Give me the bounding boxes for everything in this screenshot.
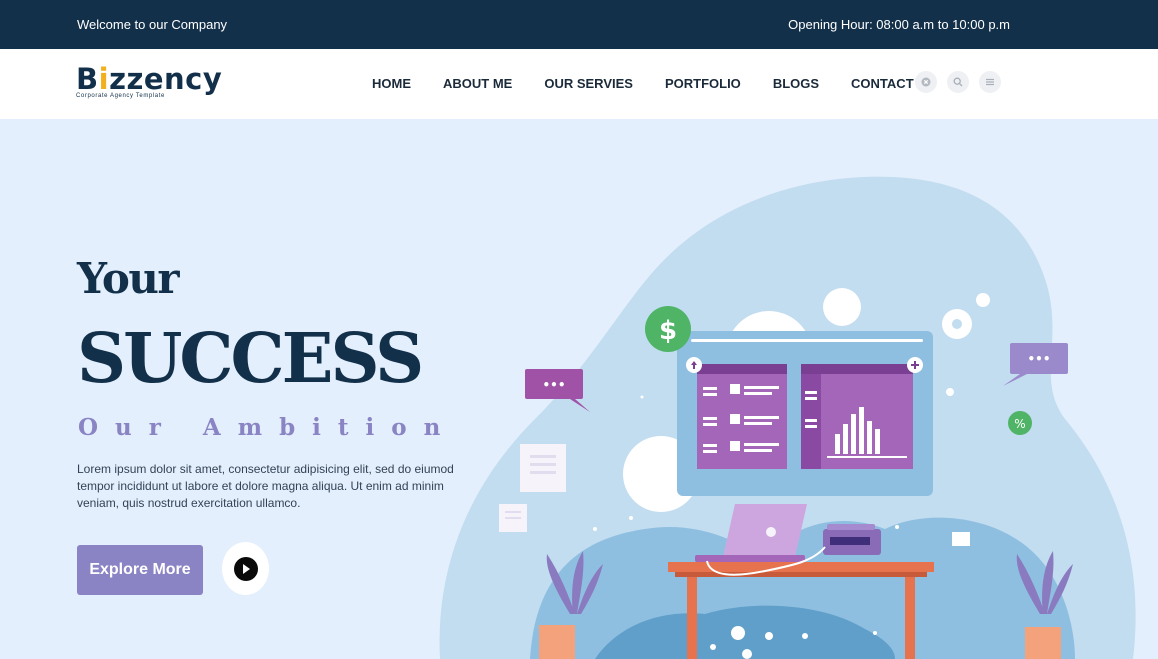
chat-dots-right: ••• (1027, 352, 1050, 366)
nav-icon-group (915, 71, 1001, 93)
nav-item-portfolio[interactable]: PORTFOLIO (665, 76, 741, 91)
nav-item-contact[interactable]: CONTACT (851, 76, 914, 91)
play-video-button[interactable] (222, 542, 269, 595)
search-icon[interactable] (947, 71, 969, 93)
opening-hours: Opening Hour: 08:00 a.m to 10:00 p.m (788, 17, 1010, 32)
nav-item-services[interactable]: OUR SERVIES (544, 76, 633, 91)
nav-item-about[interactable]: ABOUT ME (443, 76, 512, 91)
circle-close-icon[interactable] (915, 71, 937, 93)
logo-wordmark: Bizzency (76, 62, 223, 96)
chat-dots-left: ••• (542, 378, 565, 392)
hero-section: Your SUCCESS Our Ambition Lorem ipsum do… (0, 119, 1158, 659)
menu-icon[interactable] (979, 71, 1001, 93)
dollar-symbol: $ (659, 316, 677, 346)
welcome-text: Welcome to our Company (77, 17, 228, 32)
explore-more-button[interactable]: Explore More (77, 545, 203, 595)
nav-item-blogs[interactable]: BLOGS (773, 76, 819, 91)
logo[interactable]: Bizzency Corporate Agency Template (76, 64, 222, 99)
main-navbar: Bizzency Corporate Agency Template HOME … (0, 49, 1158, 119)
hero-subheading: Our Ambition (78, 414, 458, 441)
top-bar: Welcome to our Company Opening Hour: 08:… (0, 0, 1158, 49)
nav-menu: HOME ABOUT ME OUR SERVIES PORTFOLIO BLOG… (372, 76, 914, 91)
percent-symbol: % (1014, 417, 1025, 431)
nav-item-home[interactable]: HOME (372, 76, 411, 91)
hero-heading-your: Your (77, 254, 180, 303)
hero-heading-success: SUCCESS (77, 319, 424, 399)
play-icon (233, 556, 258, 581)
hero-illustration: $ ••• ••• % (439, 176, 1136, 659)
hero-description: Lorem ipsum dolor sit amet, consectetur … (77, 462, 454, 510)
